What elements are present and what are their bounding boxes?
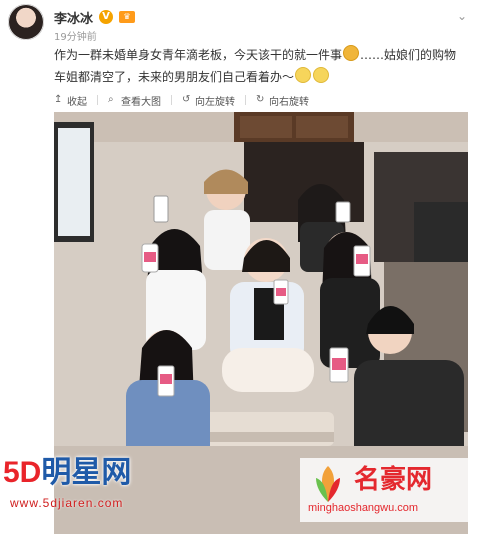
view-large-button[interactable]: ⌕ 查看大图: [108, 93, 161, 108]
rotate-right-label: 向右旋转: [269, 96, 309, 108]
sweat-emoji-icon: [313, 67, 330, 83]
view-large-label: 查看大图: [121, 96, 161, 108]
divider: [245, 95, 246, 105]
divider: [171, 95, 172, 105]
zoom-icon: ⌕: [108, 94, 114, 105]
collapse-button[interactable]: ↥ 收起: [54, 93, 87, 108]
rotate-left-icon: ↺: [182, 94, 191, 105]
vip-icon: ♛: [119, 11, 136, 23]
watermark-5d-red: 5D: [3, 456, 42, 489]
watermark-minghao: 名豪网 minghaoshangwu.com: [300, 458, 478, 522]
avatar[interactable]: [8, 4, 44, 40]
sweat-emoji-icon: [295, 67, 312, 83]
collapse-icon: ↥: [54, 94, 63, 105]
minghao-logo-icon: [316, 466, 340, 502]
weibo-post: 李冰冰 V ♛ 19分钟前 ⌄ 作为一群未婚单身女青年滴老板，今天该干的就一件事…: [0, 0, 480, 534]
rotate-left-button[interactable]: ↺ 向左旋转: [182, 93, 235, 108]
post-text-part1: 作为一群未婚单身女青年滴老板，今天该干的就一件事: [54, 48, 343, 62]
user-name-row: 李冰冰 V ♛: [54, 8, 136, 27]
watermark-minghao-url: minghaoshangwu.com: [308, 502, 419, 514]
timestamp[interactable]: 19分钟前: [54, 28, 97, 43]
chevron-down-icon[interactable]: ⌄: [454, 8, 470, 24]
post-text: 作为一群未婚单身女青年滴老板，今天该干的就一件事 ……姑娘们的购物车姐都清空了，未…: [54, 44, 468, 88]
username[interactable]: 李冰冰: [54, 8, 93, 27]
collapse-label: 收起: [67, 96, 87, 108]
rotate-right-button[interactable]: ↻ 向右旋转: [256, 93, 309, 108]
fist-emoji-icon: [343, 45, 360, 61]
rotate-left-label: 向左旋转: [195, 96, 235, 108]
divider: [97, 95, 98, 105]
verified-icon: V: [99, 10, 114, 24]
image-actions: ↥ 收起 ⌕ 查看大图 ↺ 向左旋转 ↻ 向右旋转: [54, 92, 309, 108]
rotate-right-icon: ↻: [256, 94, 265, 105]
watermark-minghao-title: 名豪网: [354, 465, 433, 495]
